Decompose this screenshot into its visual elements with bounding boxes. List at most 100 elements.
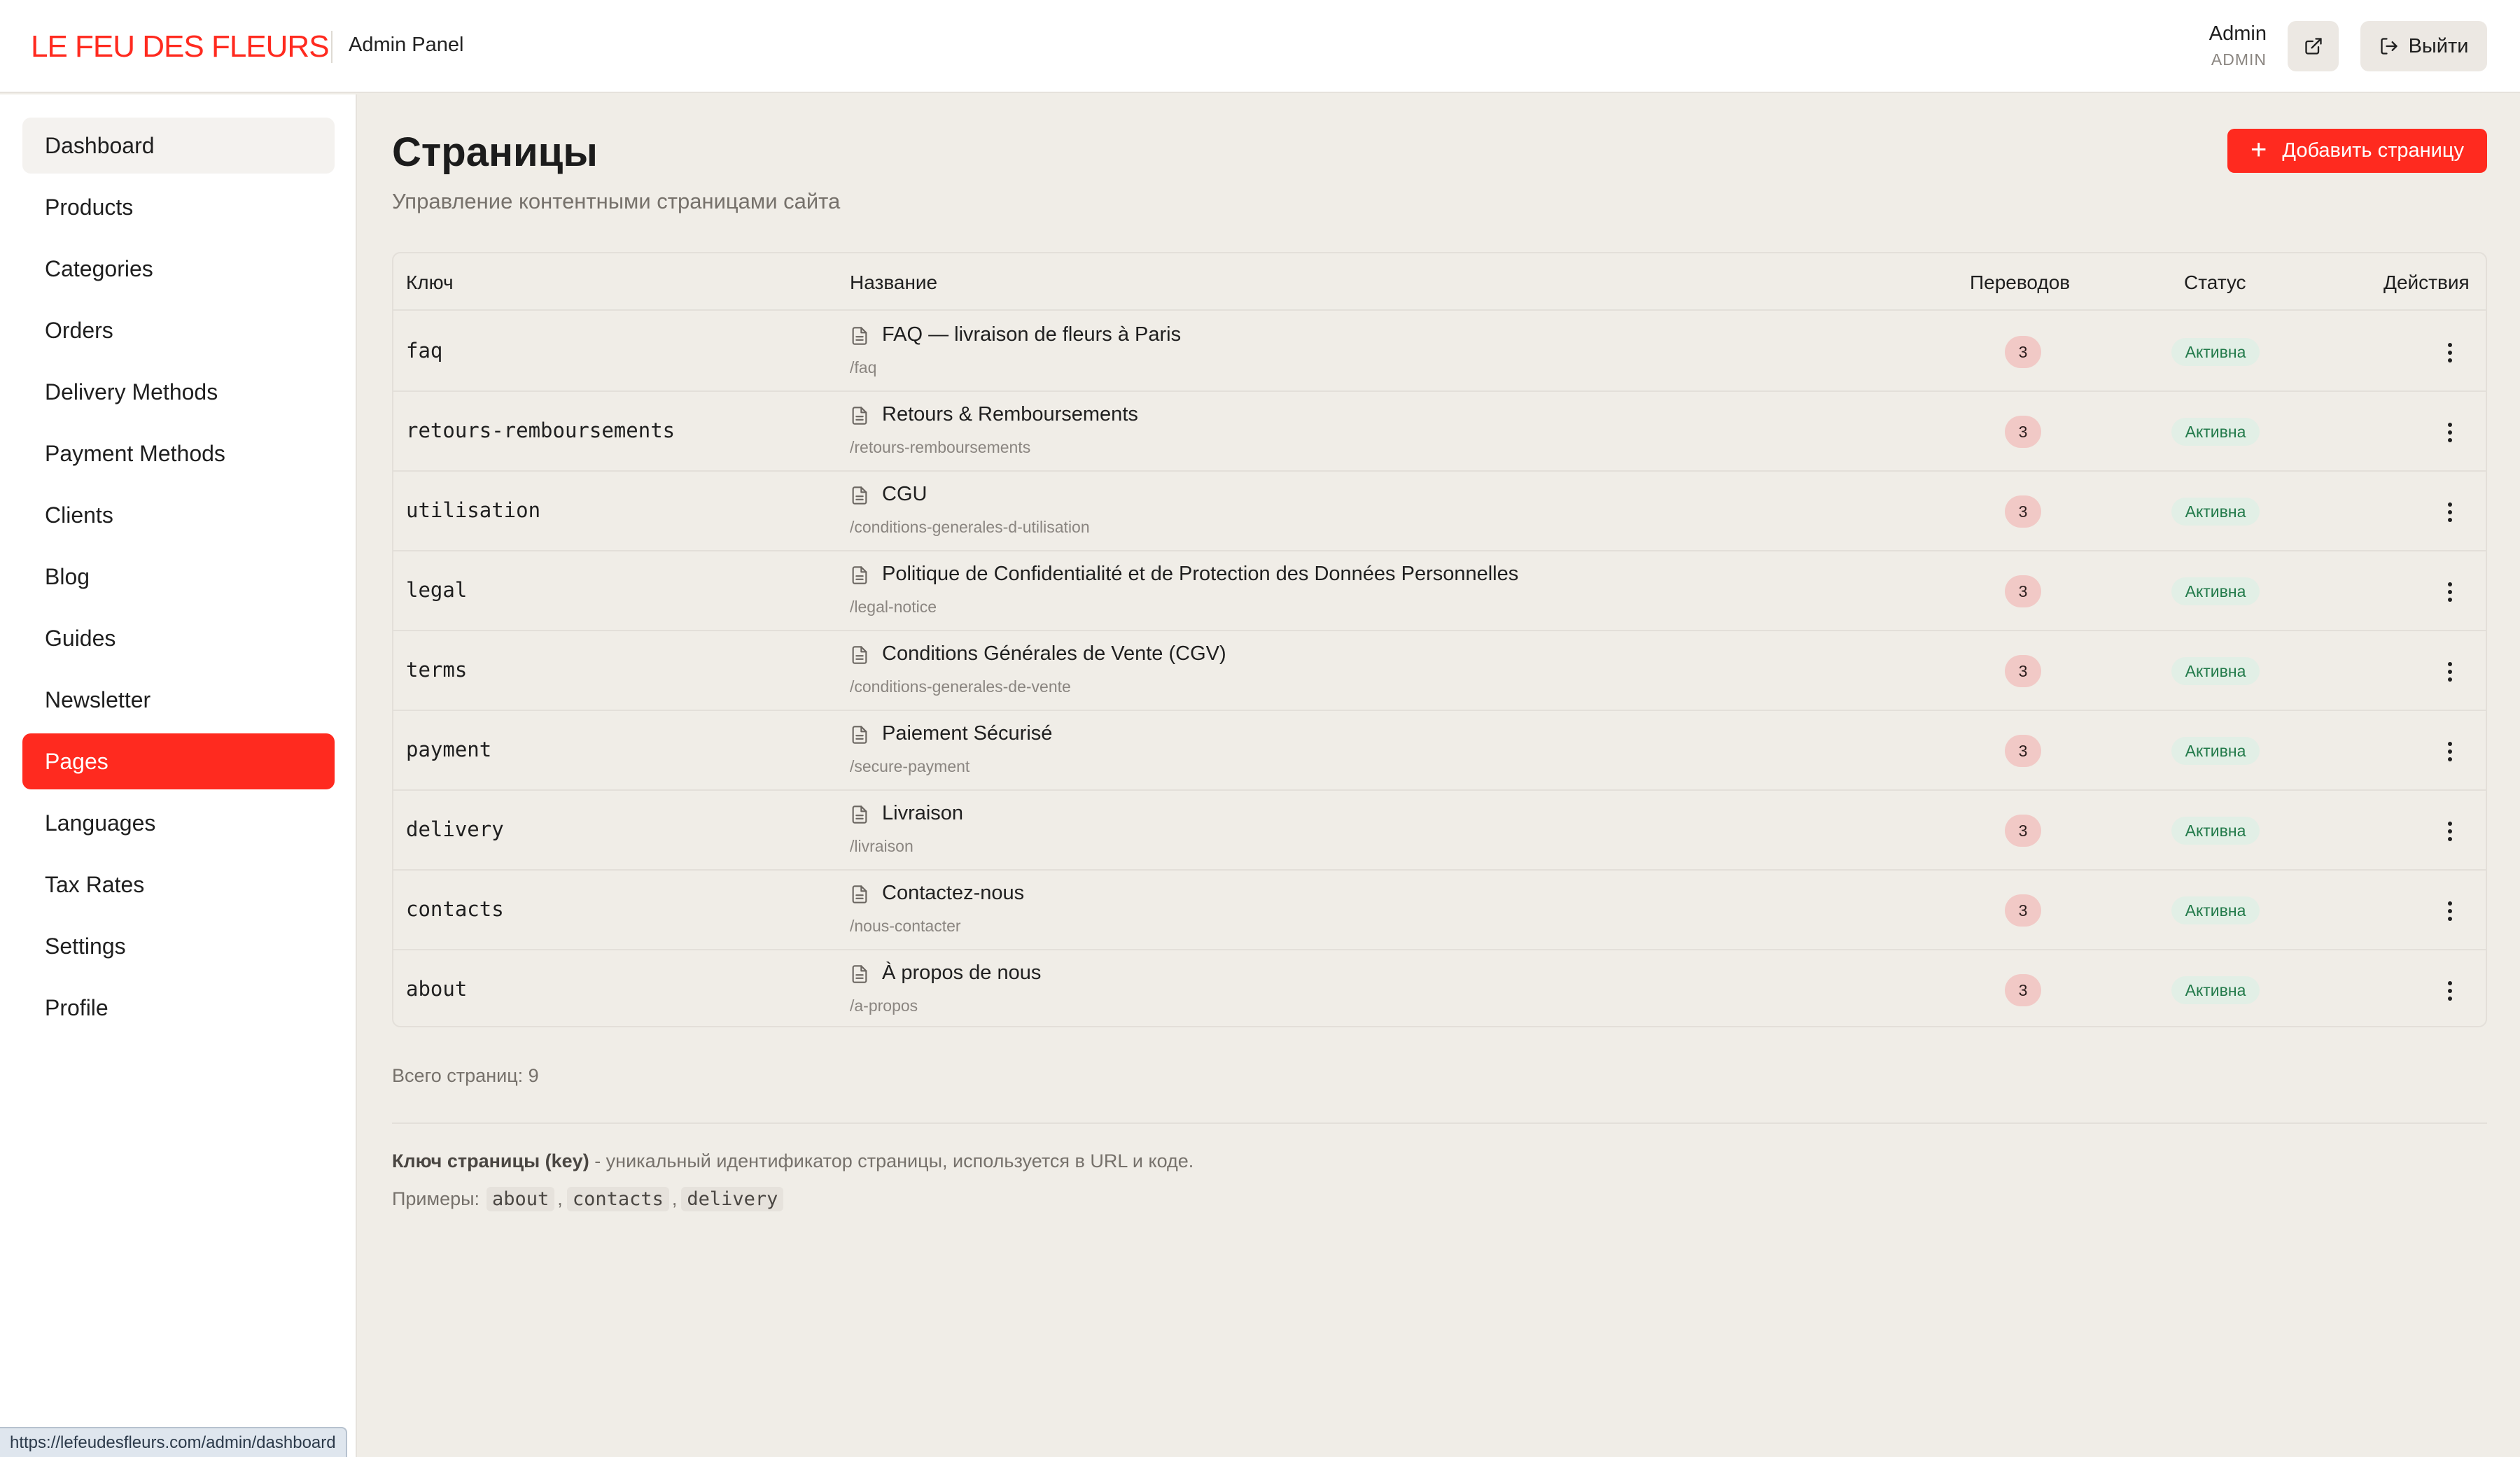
document-icon: [850, 404, 869, 430]
page-path: /conditions-generales-d-utilisation: [850, 518, 1090, 536]
page-title-text[interactable]: Retours & Remboursements: [882, 403, 1138, 426]
column-translations[interactable]: Переводов: [1970, 272, 2070, 294]
more-actions-icon[interactable]: [2442, 339, 2458, 367]
sidebar-item-guides[interactable]: Guides: [22, 610, 335, 666]
help-description: - уникальный идентификатор страницы, исп…: [589, 1150, 1194, 1171]
sidebar-item-orders[interactable]: Orders: [22, 302, 335, 358]
page-key: faq: [406, 339, 443, 363]
sidebar-item-tax-rates[interactable]: Tax Rates: [22, 857, 335, 913]
sidebar-item-delivery-methods[interactable]: Delivery Methods: [22, 364, 335, 420]
page-title-text[interactable]: Conditions Générales de Vente (CGV): [882, 642, 1226, 666]
page-path: /nous-contacter: [850, 917, 961, 935]
more-actions-icon[interactable]: [2442, 498, 2458, 526]
page-title: Страницы: [392, 129, 598, 175]
sidebar-item-languages[interactable]: Languages: [22, 795, 335, 851]
divider: [392, 1122, 2487, 1124]
add-page-button[interactable]: + Добавить страницу: [2227, 129, 2487, 173]
page-title-text[interactable]: Contactez-nous: [882, 882, 1024, 905]
status-badge: Активна: [2171, 657, 2260, 685]
page-subtitle: Управление контентными страницами сайта: [392, 189, 841, 213]
more-actions-icon[interactable]: [2442, 738, 2458, 766]
translations-badge: 3: [2005, 815, 2041, 847]
translations-badge: 3: [2005, 336, 2041, 368]
example-code: about: [486, 1187, 555, 1211]
page-title-text[interactable]: CGU: [882, 483, 927, 506]
help-text: Ключ страницы (key) - уникальный идентиф…: [392, 1150, 1194, 1172]
column-key[interactable]: Ключ: [406, 272, 454, 294]
translations-badge: 3: [2005, 974, 2041, 1006]
examples-label: Примеры:: [392, 1188, 480, 1209]
page-key: retours-remboursements: [406, 418, 676, 442]
user-name: Admin: [2208, 22, 2267, 45]
column-name[interactable]: Название: [850, 272, 937, 294]
user-role: ADMIN: [2211, 50, 2267, 69]
table-row[interactable]: delivery Livraison/livraison 3 Активна: [393, 791, 2486, 871]
sidebar-item-newsletter[interactable]: Newsletter: [22, 672, 335, 728]
example-code: contacts: [566, 1187, 669, 1211]
page-title-text[interactable]: Livraison: [882, 802, 963, 825]
status-badge: Активна: [2171, 498, 2260, 526]
translations-badge: 3: [2005, 655, 2041, 687]
logout-button[interactable]: Выйти: [2360, 21, 2487, 71]
more-actions-icon[interactable]: [2442, 418, 2458, 446]
page-title-text[interactable]: Paiement Sécurisé: [882, 722, 1052, 745]
document-icon: [850, 564, 869, 590]
column-actions: Действия: [2384, 272, 2470, 293]
document-icon: [850, 803, 869, 829]
more-actions-icon[interactable]: [2442, 977, 2458, 1005]
status-badge: Активна: [2171, 418, 2260, 446]
page-key: utilisation: [406, 498, 541, 522]
status-bar-url: https://lefeudesfleurs.com/admin/dashboa…: [0, 1427, 347, 1457]
status-badge: Активна: [2171, 338, 2260, 366]
sidebar-item-clients[interactable]: Clients: [22, 487, 335, 543]
sidebar-item-categories[interactable]: Categories: [22, 241, 335, 297]
page-key: terms: [406, 658, 468, 682]
table-row[interactable]: contacts Contactez-nous/nous-contacter 3 Ак…: [393, 871, 2486, 950]
more-actions-icon[interactable]: [2442, 817, 2458, 845]
example-code: delivery: [681, 1187, 784, 1211]
table-row[interactable]: faq FAQ — livraison de fleurs à Paris/faq…: [393, 312, 2486, 392]
sidebar-item-pages[interactable]: Pages: [22, 733, 335, 789]
more-actions-icon[interactable]: [2442, 578, 2458, 606]
sidebar-item-products[interactable]: Products: [22, 179, 335, 235]
page-title-text[interactable]: À propos de nous: [882, 962, 1041, 985]
status-badge: Активна: [2171, 577, 2260, 605]
page-path: /faq: [850, 358, 877, 376]
page-path: /a-propos: [850, 997, 918, 1015]
sidebar-item-profile[interactable]: Profile: [22, 980, 335, 1036]
table-row[interactable]: retours-remboursements Retours & Rembours…: [393, 392, 2486, 472]
brand-logo[interactable]: LE FEU DES FLEURS: [31, 29, 330, 64]
table-row[interactable]: terms Conditions Générales de Vente (CGV)…: [393, 631, 2486, 711]
table-row[interactable]: about À propos de nous/a-propos 3 Активна: [393, 950, 2486, 1026]
status-badge: Активна: [2171, 737, 2260, 765]
page-path: /livraison: [850, 837, 913, 855]
more-actions-icon[interactable]: [2442, 897, 2458, 925]
document-icon: [850, 644, 869, 670]
external-link-icon: [2304, 38, 2322, 55]
sidebar-item-blog[interactable]: Blog: [22, 549, 335, 605]
logout-label: Выйти: [2408, 34, 2469, 57]
pages-table: Ключ Название Переводов Статус Действия …: [392, 252, 2487, 1027]
open-site-button[interactable]: [2288, 21, 2339, 71]
document-icon: [850, 883, 869, 909]
page-path: /retours-remboursements: [850, 438, 1031, 456]
brand-divider: [331, 31, 332, 63]
table-row[interactable]: payment Paiement Sécurisé/secure-payment 3…: [393, 711, 2486, 791]
page-path: /legal-notice: [850, 598, 937, 616]
page-title-text[interactable]: Politique de Confidentialité et de Prote…: [882, 563, 1518, 586]
page-key: about: [406, 977, 468, 1001]
document-icon: [850, 484, 869, 510]
document-icon: [850, 963, 869, 989]
page-title-text[interactable]: FAQ — livraison de fleurs à Paris: [882, 323, 1181, 346]
sidebar-item-settings[interactable]: Settings: [22, 918, 335, 974]
table-row[interactable]: utilisation CGU/conditions-generales-d-ut…: [393, 472, 2486, 551]
status-badge: Активна: [2171, 896, 2260, 924]
column-status[interactable]: Статус: [2184, 272, 2246, 294]
add-page-label: Добавить страницу: [2282, 139, 2464, 162]
more-actions-icon[interactable]: [2442, 658, 2458, 686]
sidebar-item-dashboard[interactable]: Dashboard: [22, 118, 335, 174]
table-row[interactable]: legal Politique de Confidentialité et de …: [393, 551, 2486, 631]
sidebar-item-payment-methods[interactable]: Payment Methods: [22, 425, 335, 481]
page-key: delivery: [406, 817, 504, 841]
page-key: legal: [406, 578, 468, 602]
